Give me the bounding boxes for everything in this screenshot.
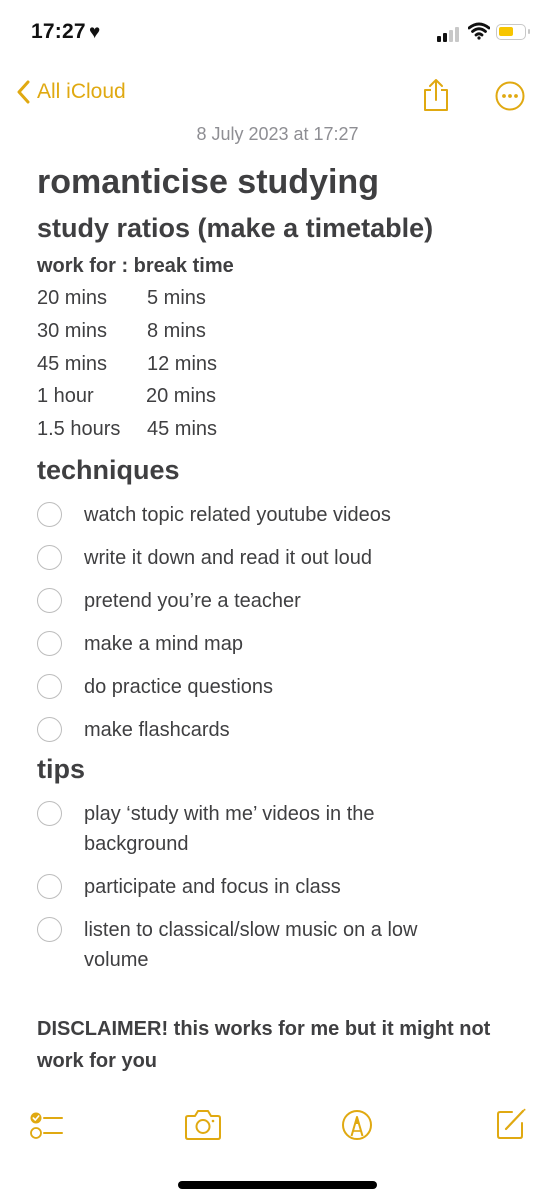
checklist-item: participate and focus in class (37, 872, 527, 902)
battery-fill (499, 27, 513, 36)
tips-checklist: play ‘study with me’ videos in the backg… (37, 799, 527, 975)
chevron-left-icon (17, 80, 30, 104)
section-heading-ratios: study ratios (make a timetable) (37, 213, 434, 243)
ratio-row: 30 mins 8 mins (37, 315, 527, 348)
checklist-item: make a mind map (37, 629, 527, 659)
back-button[interactable]: All iCloud (16, 80, 126, 104)
checkbox-circle[interactable] (37, 716, 62, 742)
ratio-table: 20 mins 5 mins 30 mins 8 mins 45 mins 12… (37, 282, 527, 446)
ratio-row: 20 mins 5 mins (37, 282, 527, 315)
checklist-item: do practice questions (37, 672, 527, 702)
checklist-item-text: make flashcards (84, 718, 230, 741)
section-heading-tips: tips (37, 753, 86, 784)
ratio-work: 30 mins (37, 319, 108, 342)
nav-bar: All iCloud (0, 76, 555, 116)
checklist-item-text: make a mind map (84, 632, 243, 655)
battery-icon (496, 24, 530, 40)
bottom-toolbar (0, 1105, 555, 1149)
ratio-break: 20 mins (146, 385, 217, 408)
share-icon[interactable] (421, 78, 451, 112)
checkbox-circle[interactable] (37, 916, 62, 942)
ratio-break: 45 mins (147, 418, 218, 441)
heart-icon: ♥ (89, 22, 101, 43)
checklist-item: make flashcards (37, 715, 527, 745)
checklist-item: play ‘study with me’ videos in the backg… (37, 799, 527, 859)
checklist-item-text: play ‘study with me’ videos in the backg… (84, 802, 375, 855)
status-bar: 17:27 ♥ (0, 0, 555, 60)
checklist-item: listen to classical/slow music on a low … (37, 915, 527, 975)
checklist-item-text: participate and focus in class (84, 875, 341, 898)
compose-icon[interactable] (494, 1107, 528, 1141)
ratio-work: 45 mins (37, 352, 108, 375)
back-label: All iCloud (37, 80, 126, 103)
camera-icon[interactable] (184, 1107, 222, 1141)
checkbox-circle[interactable] (37, 630, 62, 656)
ratio-break: 8 mins (147, 319, 206, 342)
checklist-icon[interactable] (29, 1107, 65, 1141)
note-title: romanticise studying (37, 163, 379, 201)
status-time: 17:27 (31, 20, 86, 43)
ratio-row: 1 hour 20 mins (37, 380, 527, 413)
checklist-item: watch topic related youtube videos (37, 500, 527, 530)
ratio-work: 20 mins (37, 287, 108, 309)
checklist-item-text: do practice questions (84, 675, 274, 698)
checkbox-circle[interactable] (37, 544, 62, 570)
checklist-item-text: write it down and read it out loud (84, 546, 372, 569)
ratio-break: 12 mins (147, 352, 218, 375)
checklist-item-text: pretend you’re a teacher (84, 589, 301, 612)
home-indicator[interactable] (178, 1181, 377, 1189)
ratio-row: 1.5 hours 45 mins (37, 413, 527, 446)
note-body[interactable]: romanticise studying study ratios (make … (37, 160, 527, 1077)
wifi-icon (468, 22, 490, 40)
ratio-work: 1.5 hours (37, 418, 121, 441)
ratio-row: 45 mins 12 mins (37, 348, 527, 381)
checkbox-circle[interactable] (37, 673, 62, 699)
checkbox-circle[interactable] (37, 501, 62, 527)
disclaimer-text: DISCLAIMER! this works for me but it mig… (37, 1017, 491, 1072)
checklist-item-text: listen to classical/slow music on a low … (84, 918, 418, 971)
signal-icon (437, 26, 463, 42)
checkbox-circle[interactable] (37, 587, 62, 613)
ratio-subheading: work for : break time (37, 255, 234, 277)
more-icon[interactable] (494, 80, 526, 112)
section-heading-techniques: techniques (37, 454, 180, 485)
battery-nub (528, 29, 530, 34)
note-date: 8 July 2023 at 17:27 (196, 124, 359, 144)
checkbox-circle[interactable] (37, 873, 62, 899)
checkbox-circle[interactable] (37, 800, 62, 826)
techniques-checklist: watch topic related youtube videos write… (37, 500, 527, 745)
checklist-item-text: watch topic related youtube videos (84, 503, 391, 526)
markup-icon[interactable] (340, 1107, 374, 1141)
ratio-work: 1 hour (37, 385, 94, 408)
ratio-break: 5 mins (147, 287, 206, 309)
checklist-item: pretend you’re a teacher (37, 586, 527, 616)
checklist-item: write it down and read it out loud (37, 543, 527, 573)
